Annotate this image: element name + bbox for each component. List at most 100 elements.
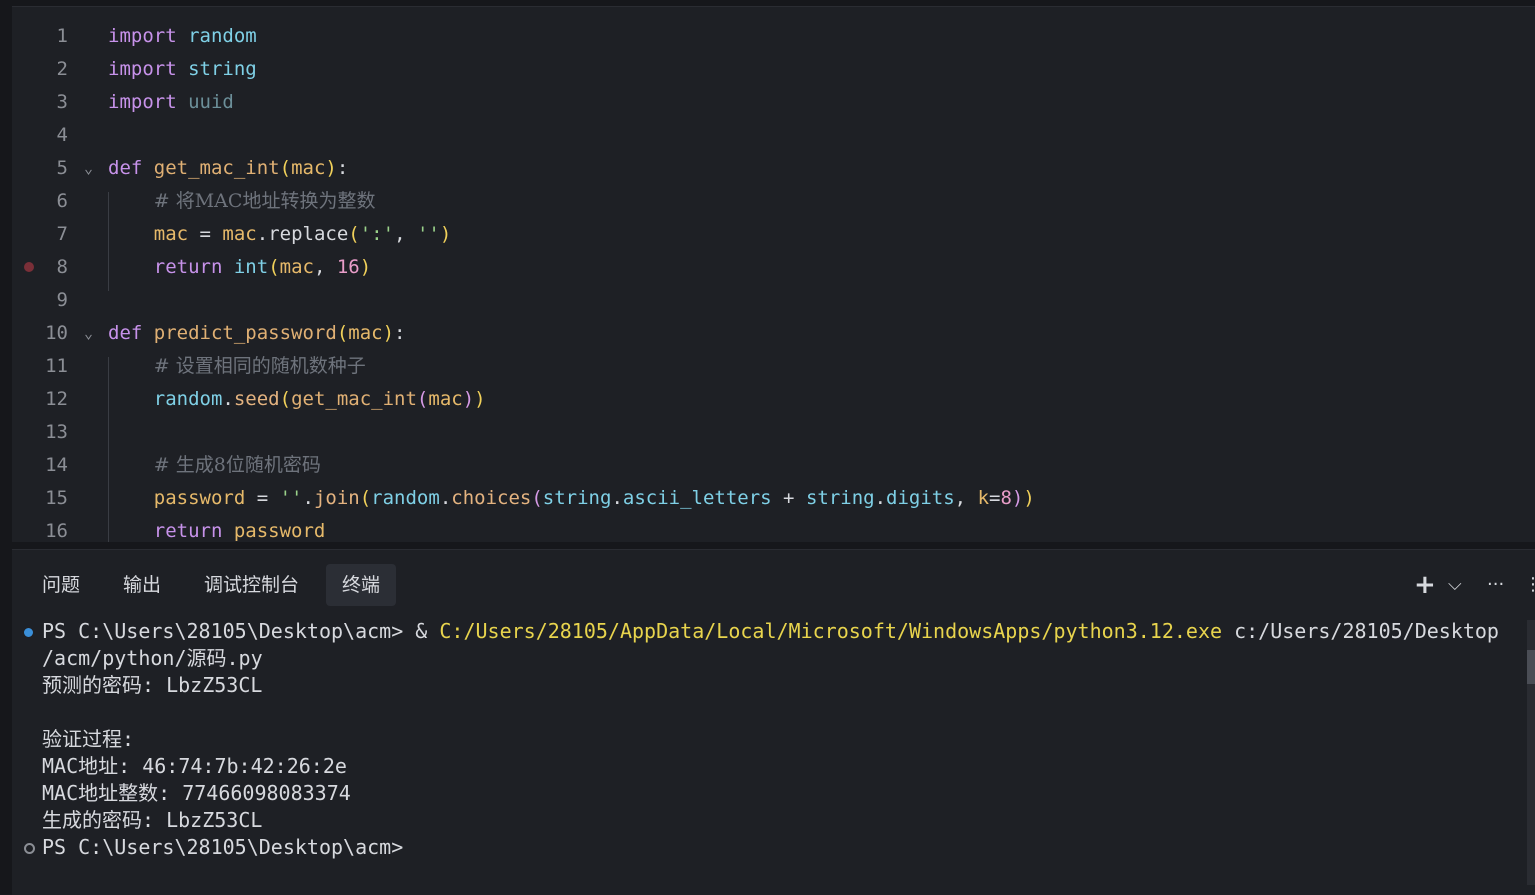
code-token: get_mac_int bbox=[291, 388, 417, 410]
command-success-icon bbox=[24, 628, 33, 637]
code-token: . bbox=[439, 487, 452, 509]
code-line[interactable]: 12 random.seed(get_mac_int(mac)) bbox=[12, 383, 1535, 416]
code-token: # 设置相同的随机数种子 bbox=[153, 355, 366, 377]
fold-chevron-icon[interactable]: ⌄ bbox=[84, 159, 93, 177]
bottom-panel: 问题 输出 调试控制台 终端 + ⌵ ··· ⋮ PS C:\Users\281… bbox=[12, 549, 1535, 895]
code-token: : bbox=[394, 322, 406, 344]
terminal-line: MAC地址整数: 77466098083374 bbox=[42, 781, 351, 805]
code-token: . bbox=[256, 223, 269, 245]
line-number: 8 bbox=[56, 256, 68, 278]
ide-window: 1 import random 2 import string 3 import uuid… bbox=[0, 0, 1535, 895]
code-line[interactable]: 11 # 设置相同的随机数种子 bbox=[12, 350, 1535, 383]
code-token: return bbox=[153, 520, 223, 542]
code-token: mac bbox=[222, 223, 257, 245]
terminal-script-arg: c:/Users/28105/Desktop bbox=[1222, 619, 1499, 643]
code-token: ) bbox=[359, 256, 372, 278]
code-token: # 生成8位随机密码 bbox=[153, 454, 321, 476]
line-number: 5 bbox=[56, 157, 68, 179]
code-line[interactable]: 5 ⌄ def get_mac_int(mac): bbox=[12, 152, 1535, 185]
code-text: password = ''.join(random.choices(string… bbox=[108, 482, 1035, 515]
code-token: ) bbox=[325, 157, 337, 179]
code-token: '' bbox=[279, 487, 303, 509]
code-token: , bbox=[313, 256, 337, 278]
code-text: import string bbox=[108, 53, 257, 86]
code-token: random bbox=[153, 388, 223, 410]
fold-chevron-icon[interactable]: ⌄ bbox=[84, 324, 93, 342]
kebab-icon[interactable]: ⋮ bbox=[1524, 570, 1535, 600]
code-token: uuid bbox=[188, 91, 234, 113]
terminal-prompt-line: PS C:\Users\28105\Desktop\acm> bbox=[42, 835, 404, 859]
code-token: random bbox=[188, 25, 257, 47]
line-number: 4 bbox=[56, 124, 68, 146]
code-token: . bbox=[611, 487, 623, 509]
code-line[interactable]: 2 import string bbox=[12, 53, 1535, 86]
code-line[interactable]: 7 mac = mac.replace(':', '') bbox=[12, 218, 1535, 251]
line-number: 2 bbox=[56, 58, 68, 80]
code-text: # 将MAC地址转换为整数 bbox=[108, 185, 376, 218]
tab-output[interactable]: 输出 bbox=[107, 564, 177, 606]
code-text: return password bbox=[108, 515, 326, 542]
chevron-down-icon[interactable]: ⌵ bbox=[1448, 570, 1462, 600]
code-token: ) bbox=[1011, 487, 1024, 509]
code-token: ( bbox=[348, 223, 360, 245]
code-token: join bbox=[313, 487, 360, 509]
terminal-line: 生成的密码: LbzZ53CL bbox=[42, 808, 263, 832]
code-text: import uuid bbox=[108, 86, 234, 119]
code-token: k bbox=[977, 487, 990, 509]
code-token: 8 bbox=[1000, 487, 1012, 509]
code-token: replace bbox=[268, 223, 349, 245]
code-token: ( bbox=[359, 487, 372, 509]
code-line[interactable]: 1 import random bbox=[12, 20, 1535, 53]
code-token: ) bbox=[462, 388, 475, 410]
code-token: . bbox=[222, 388, 234, 410]
code-line[interactable]: 14 # 生成8位随机密码 bbox=[12, 449, 1535, 482]
terminal-scrollbar-thumb[interactable] bbox=[1527, 650, 1535, 684]
code-line[interactable]: 8 return int(mac, 16) bbox=[12, 251, 1535, 284]
code-token: ( bbox=[416, 388, 429, 410]
code-token: = bbox=[245, 487, 280, 509]
code-token: import bbox=[108, 25, 177, 47]
code-token: import bbox=[108, 58, 177, 80]
code-text: random.seed(get_mac_int(mac)) bbox=[108, 383, 486, 416]
code-editor[interactable]: 1 import random 2 import string 3 import uuid… bbox=[12, 6, 1535, 542]
code-token: predict_password bbox=[153, 322, 337, 344]
code-token: seed bbox=[233, 388, 280, 410]
code-token: password bbox=[233, 520, 326, 542]
line-number: 15 bbox=[45, 487, 68, 509]
tab-debug-console[interactable]: 调试控制台 bbox=[188, 564, 315, 606]
code-token: ( bbox=[279, 388, 292, 410]
code-line[interactable]: 3 import uuid bbox=[12, 86, 1535, 119]
code-line[interactable]: 9 bbox=[12, 284, 1535, 317]
code-token: = bbox=[989, 487, 1001, 509]
code-token: mac bbox=[153, 223, 189, 245]
tab-terminal[interactable]: 终端 bbox=[326, 564, 397, 606]
code-token: digits bbox=[886, 487, 955, 509]
code-line[interactable]: 6 # 将MAC地址转换为整数 bbox=[12, 185, 1535, 218]
line-number: 10 bbox=[45, 322, 68, 344]
more-actions-icon[interactable]: ··· bbox=[1487, 570, 1504, 600]
code-token: string bbox=[188, 58, 257, 80]
code-line[interactable]: 4 bbox=[12, 119, 1535, 152]
code-line[interactable]: 10 ⌄ def predict_password(mac): bbox=[12, 317, 1535, 350]
line-number: 3 bbox=[56, 91, 68, 113]
code-token: random bbox=[371, 487, 440, 509]
terminal-python-path: C:/Users/28105/AppData/Local/Microsoft/W… bbox=[439, 619, 1223, 643]
code-token: ) bbox=[439, 223, 452, 245]
code-token: ) bbox=[474, 388, 486, 410]
terminal-line: 验证过程: bbox=[42, 727, 135, 751]
code-line[interactable]: 15 password = ''.join(random.choices(str… bbox=[12, 482, 1535, 515]
line-number: 6 bbox=[56, 190, 68, 212]
new-terminal-icon[interactable]: + bbox=[1414, 570, 1436, 600]
code-line[interactable]: 16 return password bbox=[12, 515, 1535, 542]
tab-problems[interactable]: 问题 bbox=[26, 564, 96, 606]
code-line[interactable]: 13 bbox=[12, 416, 1535, 449]
code-token: . bbox=[302, 487, 314, 509]
